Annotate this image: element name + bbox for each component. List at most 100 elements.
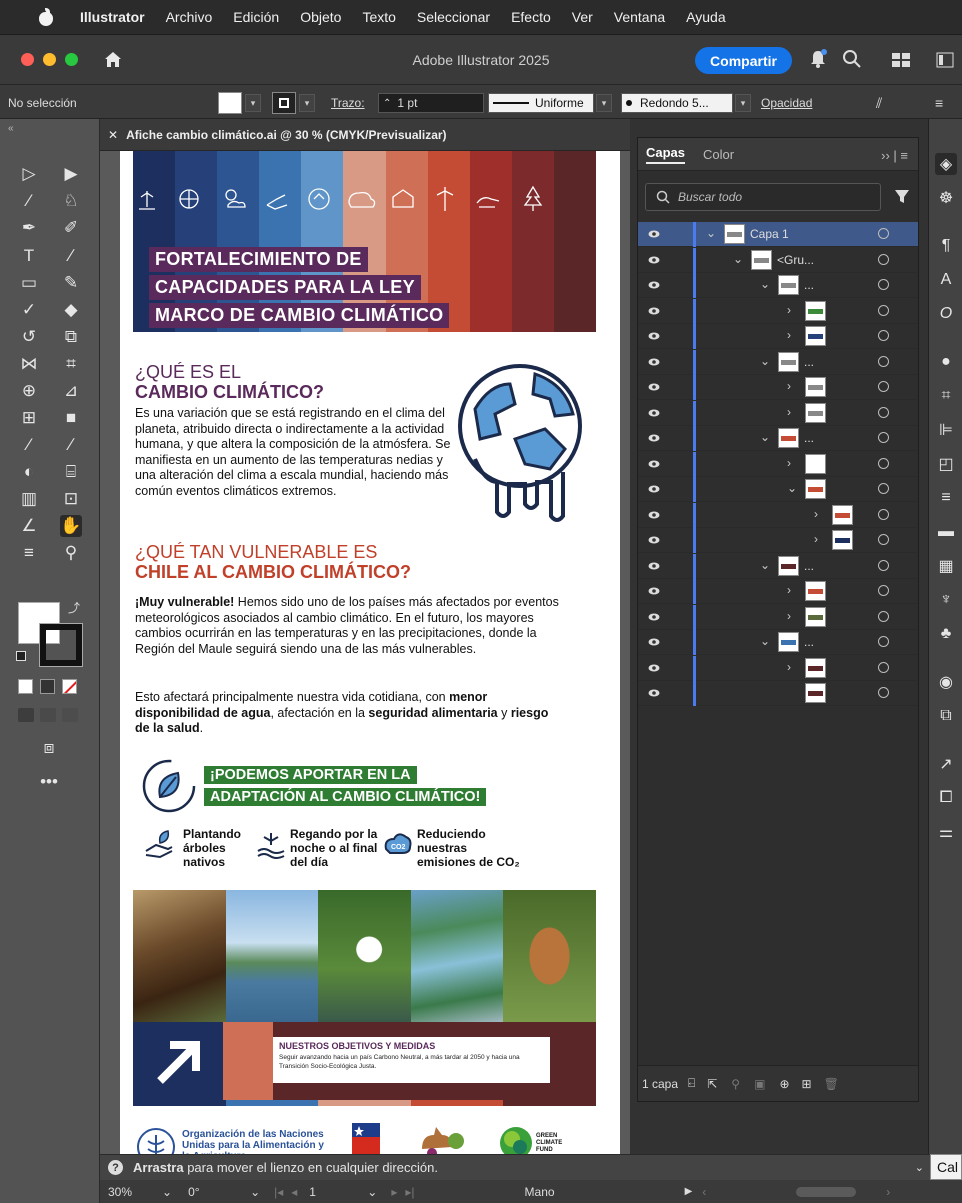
swap-colors-icon[interactable]: ⤴: [68, 599, 80, 616]
visibility-eye-icon[interactable]: [648, 331, 660, 341]
collapsed-chevron-icon[interactable]: ›: [787, 583, 791, 597]
new-sublayer-icon[interactable]: ⊕: [779, 1077, 789, 1091]
draw-inside-icon[interactable]: [62, 708, 78, 722]
type-tool-icon[interactable]: T: [18, 245, 40, 267]
visibility-eye-icon[interactable]: [648, 586, 660, 596]
visibility-eye-icon[interactable]: [648, 229, 660, 239]
width-tool-icon[interactable]: ⋈: [18, 353, 40, 375]
target-circle-icon[interactable]: [878, 559, 889, 571]
magic-wand-tool-icon[interactable]: ⁄: [18, 190, 40, 212]
visibility-eye-icon[interactable]: [648, 280, 660, 290]
target-circle-icon[interactable]: [878, 687, 889, 698]
pathfinder-icon[interactable]: ◰: [935, 453, 957, 475]
measure-tool-icon[interactable]: ∕: [60, 434, 82, 456]
graphic-styles-icon[interactable]: ◉: [935, 671, 957, 693]
target-circle-icon[interactable]: [878, 253, 889, 265]
horizontal-scrollbar[interactable]: [796, 1186, 857, 1197]
rectangle-tool-icon[interactable]: ▭: [18, 272, 40, 294]
last-artboard-icon[interactable]: ▸|: [405, 1185, 414, 1199]
menu-ventana[interactable]: Ventana: [614, 9, 665, 25]
collapse-tools-icon[interactable]: «: [8, 123, 14, 134]
screen-mode-icon[interactable]: ⧈: [38, 737, 60, 759]
collect-export-icon[interactable]: ⍇: [688, 1076, 695, 1091]
next-artboard-icon[interactable]: ▸: [391, 1185, 397, 1199]
help-icon[interactable]: ?: [108, 1160, 123, 1175]
stroke-panel-icon[interactable]: ≡: [935, 487, 957, 509]
scroll-left-icon[interactable]: ‹: [702, 1185, 706, 1199]
curvature-tool-icon[interactable]: ✐: [60, 217, 82, 239]
asset-export-icon[interactable]: ☸: [935, 187, 957, 209]
layer-name[interactable]: ...: [804, 278, 814, 292]
target-circle-icon[interactable]: [878, 457, 889, 469]
artboard-tool-icon[interactable]: ⊡: [60, 488, 82, 510]
align-panel-icon[interactable]: ⊫: [935, 419, 957, 441]
shape-builder-tool-icon[interactable]: ⊕: [18, 380, 40, 402]
artboard-number[interactable]: 1: [309, 1185, 359, 1199]
visibility-eye-icon[interactable]: [648, 535, 660, 545]
menu-texto[interactable]: Texto: [362, 9, 395, 25]
collapsed-chevron-icon[interactable]: ›: [787, 609, 791, 623]
target-circle-icon[interactable]: [878, 610, 889, 622]
menu-illustrator[interactable]: Illustrator: [80, 9, 145, 25]
layer-row[interactable]: ⌄...: [638, 630, 918, 655]
align-icon[interactable]: ⫽: [876, 93, 882, 113]
layer-row[interactable]: ⌄...: [638, 426, 918, 451]
share-button[interactable]: Compartir: [695, 47, 792, 74]
expand-chevron-icon[interactable]: ⌄: [760, 634, 770, 648]
visibility-eye-icon[interactable]: [648, 510, 660, 520]
edge-popup[interactable]: Cal: [930, 1154, 962, 1180]
apple-icon[interactable]: [36, 8, 56, 26]
new-layer-icon[interactable]: ⊞: [802, 1077, 812, 1091]
visibility-eye-icon[interactable]: [648, 433, 660, 443]
collapsed-chevron-icon[interactable]: ›: [787, 379, 791, 393]
collapsed-chevron-icon[interactable]: ›: [814, 507, 818, 521]
column-graph-tool-icon[interactable]: ▥: [18, 488, 40, 510]
scroll-right-icon[interactable]: ›: [886, 1185, 890, 1199]
target-circle-icon[interactable]: [878, 381, 889, 392]
appearance-icon[interactable]: ●: [935, 351, 957, 373]
first-artboard-icon[interactable]: |◂: [274, 1185, 283, 1199]
visibility-eye-icon[interactable]: [648, 637, 660, 647]
layer-row[interactable]: ›: [638, 604, 918, 630]
target-circle-icon[interactable]: [878, 304, 889, 316]
visibility-eye-icon[interactable]: [648, 688, 660, 698]
filter-icon[interactable]: [895, 190, 909, 204]
target-circle-icon[interactable]: [878, 228, 889, 239]
brush-chevron-icon[interactable]: ▾: [735, 94, 751, 112]
more-tools-icon[interactable]: •••: [38, 771, 60, 793]
lasso-tool-icon[interactable]: ♘: [60, 190, 82, 212]
mesh-tool-icon[interactable]: ⊞: [18, 407, 40, 429]
menu-seleccionar[interactable]: Seleccionar: [417, 9, 490, 25]
notifications-icon[interactable]: [808, 48, 828, 70]
visibility-eye-icon[interactable]: [648, 255, 660, 265]
profile-chevron-icon[interactable]: ▾: [596, 94, 612, 112]
visibility-eye-icon[interactable]: [648, 382, 660, 392]
visibility-eye-icon[interactable]: [648, 408, 660, 418]
expand-chevron-icon[interactable]: ⌄: [760, 430, 770, 444]
opentype-icon[interactable]: O: [935, 303, 957, 325]
menu-efecto[interactable]: Efecto: [511, 9, 551, 25]
target-circle-icon[interactable]: [878, 534, 889, 545]
menu-ver[interactable]: Ver: [572, 9, 593, 25]
stroke-swatch[interactable]: [272, 92, 296, 114]
export-icon[interactable]: ⇱: [707, 1077, 717, 1091]
layer-row[interactable]: ⌄...: [638, 553, 918, 579]
links-icon[interactable]: ↗: [935, 753, 957, 775]
scale-tool-icon[interactable]: ⧉: [60, 326, 82, 348]
artboard-dropdown-icon[interactable]: ⌄: [367, 1185, 377, 1199]
close-tab-icon[interactable]: ✕: [108, 128, 118, 142]
target-circle-icon[interactable]: [878, 330, 889, 341]
zoom-tool-icon[interactable]: ⚲: [60, 542, 82, 564]
direct-selection-tool-icon[interactable]: ▶: [60, 163, 82, 185]
layer-row[interactable]: ⌄...: [638, 273, 918, 298]
gradient-tool-icon[interactable]: ■: [60, 407, 82, 429]
layer-row[interactable]: ›: [638, 655, 918, 681]
selection-tool-icon[interactable]: ▷: [18, 163, 40, 185]
default-colors-icon[interactable]: [16, 651, 26, 661]
stroke-profile-dropdown[interactable]: Uniforme: [488, 93, 594, 113]
delete-layer-icon[interactable]: 🗑: [824, 1077, 839, 1091]
collapsed-chevron-icon[interactable]: ›: [787, 405, 791, 419]
line-tool-icon[interactable]: ∕: [60, 245, 82, 267]
stroke-dropdown[interactable]: ▾: [299, 94, 315, 112]
tab-color[interactable]: Color: [703, 147, 734, 162]
